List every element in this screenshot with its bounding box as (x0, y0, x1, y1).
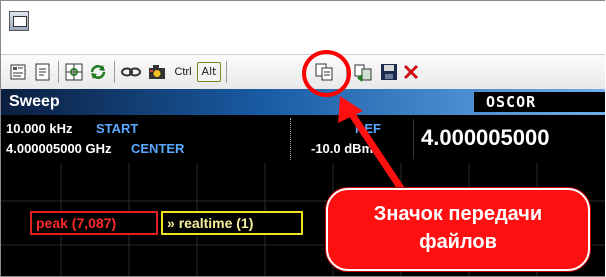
callout-line-2: файлов (419, 231, 497, 253)
annotation-callout: Значок передачи файлов (326, 188, 590, 271)
annotation-circle (302, 50, 351, 97)
app-window: Ctrl Alt Sweep OSCOR 10.000 kHz START 4.… (0, 0, 605, 277)
callout-line-1: Значок передачи (373, 203, 543, 225)
